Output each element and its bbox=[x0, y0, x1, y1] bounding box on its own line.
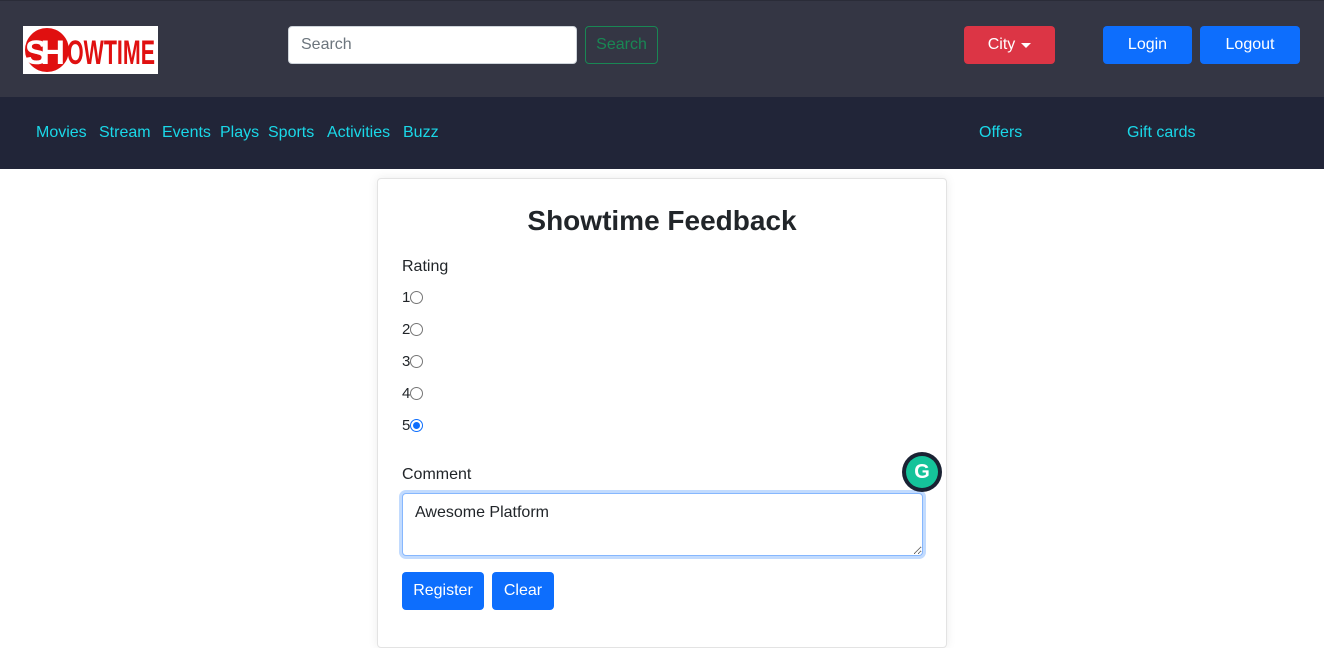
rating-label: Rating bbox=[402, 258, 449, 275]
grammarly-icon[interactable]: G bbox=[902, 452, 942, 492]
search-input[interactable] bbox=[288, 26, 577, 64]
rating-option-label: 5 bbox=[402, 417, 411, 434]
rating-option-label: 2 bbox=[402, 321, 411, 338]
comment-textarea[interactable]: Awesome Platform bbox=[402, 493, 923, 556]
grammarly-g-icon: G bbox=[906, 456, 938, 488]
nav-plays[interactable]: Plays bbox=[220, 124, 259, 142]
showtime-logo[interactable]: SH OWTIME bbox=[23, 26, 158, 74]
svg-text:OWTIME: OWTIME bbox=[67, 34, 155, 72]
rating-option-1[interactable]: 1 bbox=[402, 289, 424, 306]
register-button[interactable]: Register bbox=[402, 572, 484, 610]
nav-movies[interactable]: Movies bbox=[36, 124, 87, 142]
nav-stream[interactable]: Stream bbox=[99, 124, 151, 142]
page-title: Showtime Feedback bbox=[527, 205, 797, 236]
rating-option-4[interactable]: 4 bbox=[402, 385, 424, 402]
nav-buzz[interactable]: Buzz bbox=[403, 124, 439, 142]
rating-option-label: 4 bbox=[402, 385, 411, 402]
feedback-card: Showtime Feedback Rating 1 2 3 4 5 Comme… bbox=[377, 178, 947, 648]
clear-button[interactable]: Clear bbox=[492, 572, 554, 610]
nav-gift-cards[interactable]: Gift cards bbox=[1127, 124, 1195, 142]
city-label: City bbox=[987, 36, 1016, 53]
rating-option-3[interactable]: 3 bbox=[402, 353, 424, 370]
login-button[interactable]: Login bbox=[1103, 26, 1192, 64]
rating-radio-2[interactable] bbox=[410, 323, 424, 336]
nav-activities[interactable]: Activities bbox=[327, 124, 390, 142]
rating-option-2[interactable]: 2 bbox=[402, 321, 424, 338]
nav-offers[interactable]: Offers bbox=[979, 124, 1022, 142]
rating-radio-5[interactable] bbox=[410, 419, 424, 432]
rating-radio-1[interactable] bbox=[410, 291, 424, 304]
logout-button[interactable]: Logout bbox=[1200, 26, 1300, 64]
main-navigation: Movies Stream Events Plays Sports Activi… bbox=[0, 97, 1324, 169]
rating-radio-4[interactable] bbox=[410, 387, 424, 400]
nav-sports[interactable]: Sports bbox=[268, 124, 314, 142]
rating-radio-3[interactable] bbox=[410, 355, 424, 368]
rating-option-5[interactable]: 5 bbox=[402, 417, 424, 434]
rating-option-label: 3 bbox=[402, 353, 411, 370]
nav-events[interactable]: Events bbox=[162, 124, 211, 142]
svg-text:SH: SH bbox=[25, 34, 65, 72]
caret-down-icon bbox=[1021, 42, 1032, 48]
comment-label: Comment bbox=[402, 466, 472, 483]
search-button[interactable]: Search bbox=[585, 26, 658, 64]
city-dropdown-button[interactable]: City bbox=[964, 26, 1055, 64]
top-header: SH OWTIME Search City Login Logout bbox=[0, 0, 1324, 97]
rating-option-label: 1 bbox=[402, 289, 411, 306]
